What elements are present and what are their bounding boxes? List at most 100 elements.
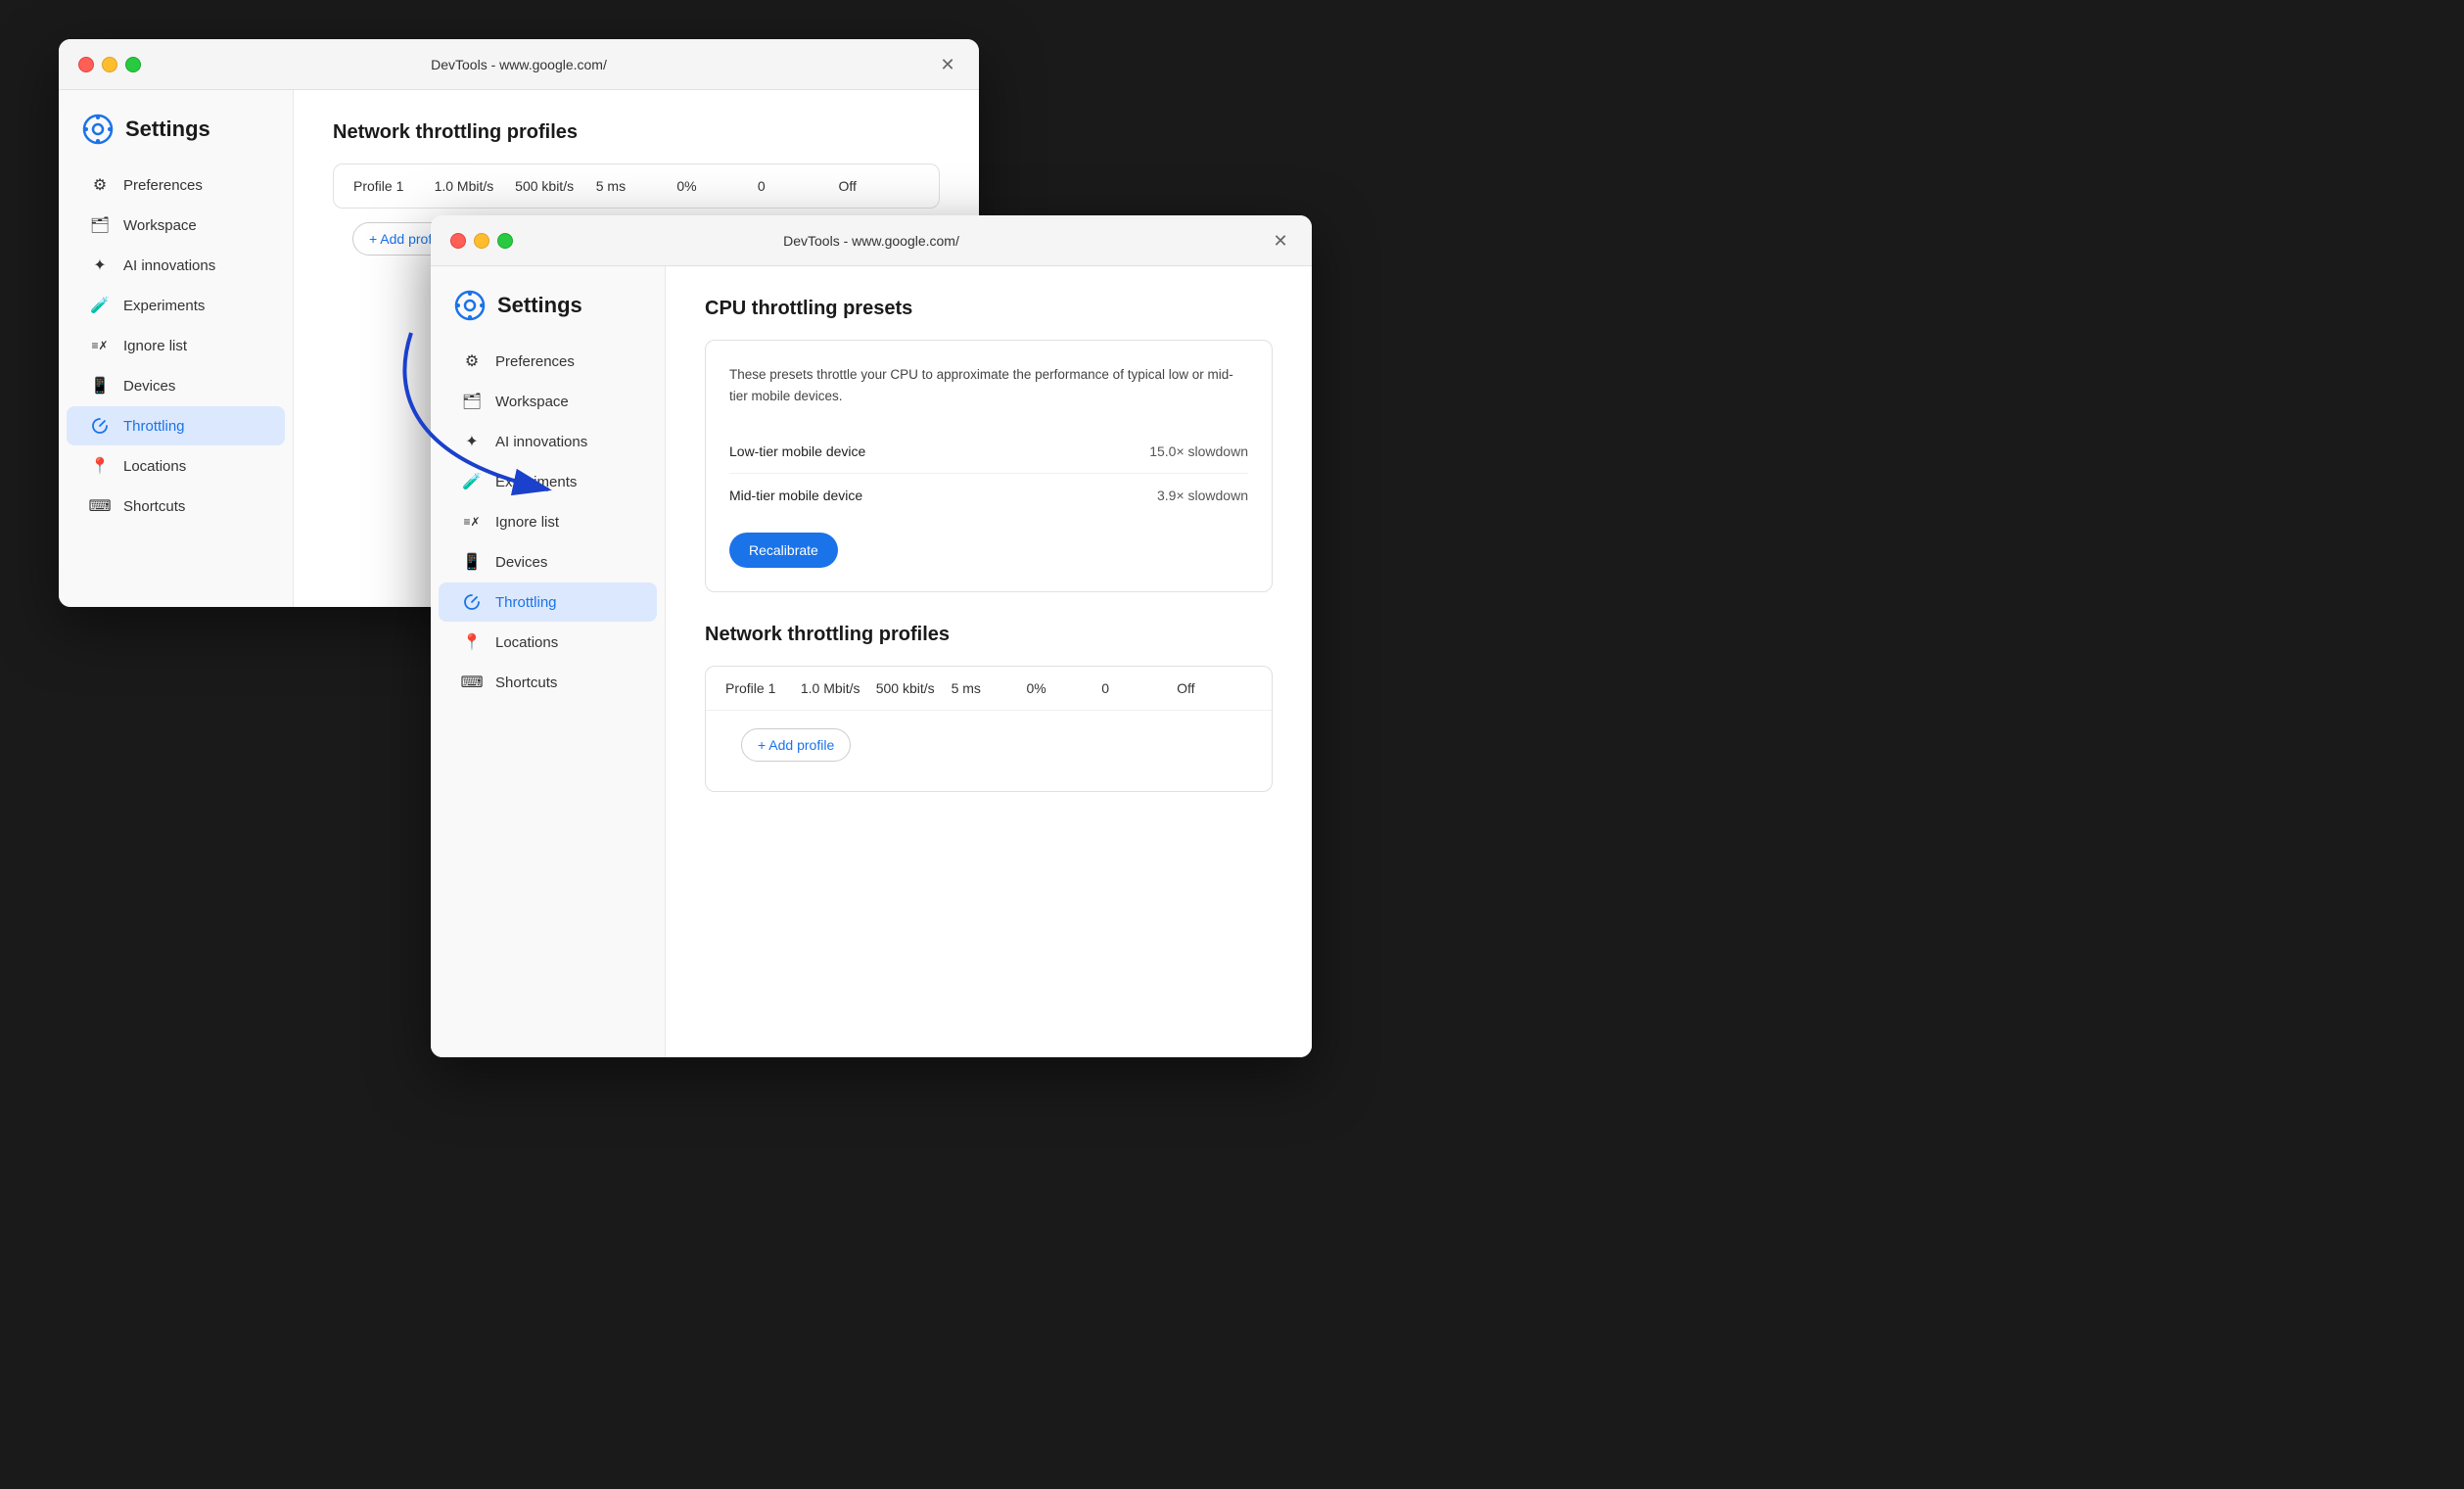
sidebar-label-experiments-2: Experiments bbox=[495, 474, 577, 490]
devices-icon-2: 📱 bbox=[462, 552, 482, 572]
sidebar-label-devices-1: Devices bbox=[123, 378, 175, 395]
profile-cell-queue-1: 0 bbox=[758, 178, 839, 194]
profile-cell-ul-2: 500 kbit/s bbox=[876, 680, 952, 696]
sidebar-label-workspace-1: Workspace bbox=[123, 217, 197, 234]
window-body-2: Settings ⚙ Preferences 🗂 Workspace ✦ AI … bbox=[431, 266, 1312, 1057]
experiments-icon-2: 🧪 bbox=[462, 472, 482, 491]
throttling-icon-1 bbox=[90, 416, 110, 436]
sidebar-label-preferences-2: Preferences bbox=[495, 353, 575, 370]
traffic-lights-2 bbox=[450, 233, 513, 249]
low-tier-label: Low-tier mobile device bbox=[729, 443, 865, 459]
minimize-button-1[interactable] bbox=[102, 57, 117, 72]
profile-cell-dl-2: 1.0 Mbit/s bbox=[801, 680, 876, 696]
sidebar-item-ignorelist-2[interactable]: ≡✗ Ignore list bbox=[439, 502, 657, 541]
sidebar-item-preferences-1[interactable]: ⚙ Preferences bbox=[67, 165, 285, 205]
cpu-description: These presets throttle your CPU to appro… bbox=[729, 364, 1248, 406]
ignorelist-icon-2: ≡✗ bbox=[462, 512, 482, 532]
settings-header-1: Settings bbox=[59, 106, 293, 164]
sidebar-label-shortcuts-2: Shortcuts bbox=[495, 675, 557, 691]
profile-table-1: Profile 1 1.0 Mbit/s 500 kbit/s 5 ms 0% … bbox=[333, 163, 940, 209]
sidebar-item-devices-1[interactable]: 📱 Devices bbox=[67, 366, 285, 405]
sidebar-1: Settings ⚙ Preferences 🗂 Workspace ✦ AI … bbox=[59, 90, 294, 607]
workspace-icon-1: 🗂 bbox=[90, 215, 110, 235]
recalibrate-button[interactable]: Recalibrate bbox=[729, 533, 838, 568]
locations-icon-1: 📍 bbox=[90, 456, 110, 476]
recalibrate-label: Recalibrate bbox=[749, 542, 818, 558]
sidebar-item-ai-1[interactable]: ✦ AI innovations bbox=[67, 246, 285, 285]
shortcuts-icon-1: ⌨ bbox=[90, 496, 110, 516]
devices-icon-1: 📱 bbox=[90, 376, 110, 396]
profile-cell-name-1: Profile 1 bbox=[353, 178, 435, 194]
profile-cell-status-2: Off bbox=[1177, 680, 1252, 696]
sidebar-item-workspace-2[interactable]: 🗂 Workspace bbox=[439, 382, 657, 421]
profile-cell-name-2: Profile 1 bbox=[725, 680, 801, 696]
sidebar-label-preferences-1: Preferences bbox=[123, 177, 203, 194]
maximize-button-2[interactable] bbox=[497, 233, 513, 249]
throttling-icon-2 bbox=[462, 592, 482, 612]
close-button-2[interactable] bbox=[450, 233, 466, 249]
profile-table-2: Profile 1 1.0 Mbit/s 500 kbit/s 5 ms 0% … bbox=[705, 666, 1273, 792]
sidebar-item-locations-2[interactable]: 📍 Locations bbox=[439, 623, 657, 662]
sidebar-label-experiments-1: Experiments bbox=[123, 298, 205, 314]
traffic-lights-1 bbox=[78, 57, 141, 72]
maximize-button-1[interactable] bbox=[125, 57, 141, 72]
sidebar-item-experiments-2[interactable]: 🧪 Experiments bbox=[439, 462, 657, 501]
profile-row-2: Profile 1 1.0 Mbit/s 500 kbit/s 5 ms 0% … bbox=[706, 667, 1272, 711]
settings-logo-icon-2 bbox=[454, 290, 486, 321]
sidebar-item-experiments-1[interactable]: 🧪 Experiments bbox=[67, 286, 285, 325]
profile-cell-status-1: Off bbox=[838, 178, 919, 194]
sidebar-label-throttling-2: Throttling bbox=[495, 594, 557, 611]
sidebar-item-throttling-1[interactable]: Throttling bbox=[67, 406, 285, 445]
sidebar-item-ai-2[interactable]: ✦ AI innovations bbox=[439, 422, 657, 461]
preferences-icon-1: ⚙ bbox=[90, 175, 110, 195]
throttle-row-low: Low-tier mobile device 15.0× slowdown bbox=[729, 430, 1248, 474]
ai-icon-2: ✦ bbox=[462, 432, 482, 451]
preferences-icon-2: ⚙ bbox=[462, 351, 482, 371]
experiments-icon-1: 🧪 bbox=[90, 296, 110, 315]
ignorelist-icon-1: ≡✗ bbox=[90, 336, 110, 355]
add-profile-button-2[interactable]: + Add profile bbox=[741, 728, 851, 762]
network-section-title-1: Network throttling profiles bbox=[333, 121, 940, 144]
profile-cell-queue-2: 0 bbox=[1101, 680, 1177, 696]
profile-cell-dl-1: 1.0 Mbit/s bbox=[435, 178, 516, 194]
sidebar-label-throttling-1: Throttling bbox=[123, 418, 185, 435]
sidebar-label-ai-2: AI innovations bbox=[495, 434, 587, 450]
sidebar-label-devices-2: Devices bbox=[495, 554, 547, 571]
sidebar-item-shortcuts-1[interactable]: ⌨ Shortcuts bbox=[67, 487, 285, 526]
shortcuts-icon-2: ⌨ bbox=[462, 673, 482, 692]
profile-cell-latency-1: 5 ms bbox=[596, 178, 677, 194]
sidebar-label-workspace-2: Workspace bbox=[495, 394, 569, 410]
main-content-2: ✕ CPU throttling presets These presets t… bbox=[666, 266, 1312, 1057]
sidebar-item-ignorelist-1[interactable]: ≡✗ Ignore list bbox=[67, 326, 285, 365]
minimize-button-2[interactable] bbox=[474, 233, 489, 249]
profile-cell-loss-1: 0% bbox=[676, 178, 758, 194]
sidebar-label-shortcuts-1: Shortcuts bbox=[123, 498, 185, 515]
sidebar-item-shortcuts-2[interactable]: ⌨ Shortcuts bbox=[439, 663, 657, 702]
settings-title-2: Settings bbox=[497, 293, 582, 318]
window-title-1: DevTools - www.google.com/ bbox=[431, 57, 607, 72]
sidebar-item-workspace-1[interactable]: 🗂 Workspace bbox=[67, 206, 285, 245]
add-profile-label-2: + Add profile bbox=[758, 737, 834, 753]
close-button-1[interactable] bbox=[78, 57, 94, 72]
throttle-row-mid: Mid-tier mobile device 3.9× slowdown bbox=[729, 474, 1248, 517]
workspace-icon-2: 🗂 bbox=[462, 392, 482, 411]
settings-logo-icon-1 bbox=[82, 114, 114, 145]
profile-cell-loss-2: 0% bbox=[1026, 680, 1101, 696]
sidebar-item-devices-2[interactable]: 📱 Devices bbox=[439, 542, 657, 582]
ai-icon-1: ✦ bbox=[90, 256, 110, 275]
network-section-title-2: Network throttling profiles bbox=[705, 624, 1273, 646]
sidebar-item-preferences-2[interactable]: ⚙ Preferences bbox=[439, 342, 657, 381]
settings-header-2: Settings bbox=[431, 282, 665, 341]
titlebar-1: DevTools - www.google.com/ bbox=[59, 39, 979, 90]
mid-tier-label: Mid-tier mobile device bbox=[729, 488, 862, 503]
titlebar-2: DevTools - www.google.com/ bbox=[431, 215, 1312, 266]
profile-row-1: Profile 1 1.0 Mbit/s 500 kbit/s 5 ms 0% … bbox=[334, 164, 939, 208]
sidebar-label-locations-2: Locations bbox=[495, 634, 558, 651]
profile-cell-ul-1: 500 kbit/s bbox=[515, 178, 596, 194]
mid-tier-value: 3.9× slowdown bbox=[1157, 488, 1248, 503]
sidebar-label-locations-1: Locations bbox=[123, 458, 186, 475]
sidebar-item-locations-1[interactable]: 📍 Locations bbox=[67, 446, 285, 486]
sidebar-2: Settings ⚙ Preferences 🗂 Workspace ✦ AI … bbox=[431, 266, 666, 1057]
cpu-throttle-box: These presets throttle your CPU to appro… bbox=[705, 340, 1273, 592]
sidebar-item-throttling-2[interactable]: Throttling bbox=[439, 582, 657, 622]
